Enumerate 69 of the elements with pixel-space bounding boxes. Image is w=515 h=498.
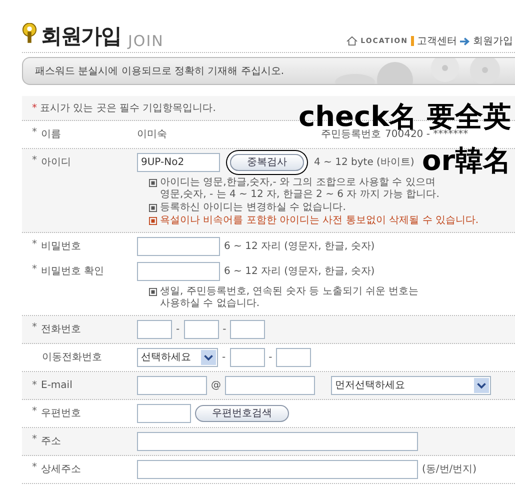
at-sign: @ — [211, 380, 221, 390]
required-mark: * — [32, 380, 37, 390]
input-field[interactable] — [137, 376, 207, 394]
breadcrumb-link[interactable]: 고객센터 — [417, 34, 457, 48]
input-field[interactable] — [137, 404, 191, 422]
search-button[interactable]: 우편번호검색 — [195, 404, 289, 422]
field-label: 주소 — [41, 435, 61, 448]
input-field[interactable] — [225, 376, 315, 394]
caret-icon — [474, 378, 489, 392]
bullet-icon — [149, 217, 157, 225]
required-mark: * — [32, 102, 37, 114]
warning-text: 욕설이나 비속어를 포함한 아이디는 사전 통보없이 삭제될 수 있습니다. — [160, 215, 479, 227]
input-field[interactable] — [276, 348, 312, 366]
field-label: 전화번호 — [41, 323, 81, 336]
field-label: 비밀번호 — [41, 240, 81, 253]
required-mark: * — [32, 462, 37, 475]
field-value: 이미숙 — [137, 128, 167, 141]
note-text: 등록하신 아이디는 변경하실 수 없습니다. — [160, 202, 346, 214]
required-mark: * — [32, 434, 37, 447]
field-label: 상세주소 — [41, 463, 81, 476]
hint-text: (동/번/번지) — [422, 463, 477, 476]
input-field[interactable] — [137, 236, 220, 256]
field-label: 비밀번호 확인 — [41, 265, 104, 278]
bullet-icon — [149, 204, 157, 212]
required-mark: * — [32, 127, 37, 140]
required-mark: * — [32, 239, 37, 252]
hint-text: 6 ~ 12 자리 (영문자, 한글, 숫자) — [224, 265, 375, 278]
required-mark: * — [32, 155, 37, 168]
input-field[interactable] — [230, 348, 265, 366]
bullet-icon — [149, 179, 157, 187]
field-label: 우편번호 — [41, 407, 81, 420]
input-field[interactable] — [137, 460, 418, 478]
required-mark: * — [32, 264, 37, 277]
key-icon — [22, 23, 37, 44]
dash-separator: - — [222, 324, 226, 334]
dropdown[interactable]: 선택하세요 — [137, 348, 218, 366]
input-field[interactable] — [137, 432, 418, 450]
separator-icon — [411, 36, 414, 46]
input-field[interactable] — [184, 320, 219, 338]
notice-text: 패스워드 분실시에 이용되므로 정확히 기재해 주십시오. — [35, 65, 284, 78]
dash-separator: - — [222, 352, 226, 362]
field-value: 4 ~ 12 byte (바이트) — [314, 156, 414, 169]
field-label: E-mail — [41, 380, 72, 390]
field-label: 주민등록번호 — [321, 128, 381, 141]
input-field[interactable] — [137, 262, 220, 280]
home-icon — [346, 36, 358, 46]
page-subtitle: JOIN — [128, 32, 164, 50]
field-label: 이름 — [41, 128, 61, 141]
field-value: 700420 - ******* — [385, 128, 468, 140]
field-label: 아이디 — [41, 156, 71, 169]
required-mark: * — [32, 406, 37, 419]
field-label: 이동전화번호 — [42, 351, 102, 364]
dropdown[interactable]: 먼저선택하세요 — [331, 376, 491, 394]
bullet-icon — [149, 288, 157, 296]
annotation-text: or韓名 — [422, 146, 511, 176]
input-field[interactable] — [137, 320, 172, 338]
caret-icon — [201, 350, 216, 364]
page-title: 회원가입 — [41, 23, 121, 50]
dash-separator: - — [268, 352, 272, 362]
arrow-icon — [460, 36, 470, 46]
note-text: 아이디는 영문,한글,숫자,- 와 그의 조합으로 사용할 수 있으며 영문,숫자, - 는 4 ~ 12 자, 한글은 2 ~ 6 자 까지 가능 합니다. — [160, 177, 440, 201]
hint-text: 6 ~ 12 자리 (영문자, 한글, 숫자) — [224, 240, 375, 253]
breadcrumb-link[interactable]: 회원가입 — [473, 34, 513, 48]
dash-separator: - — [176, 324, 180, 334]
input-field[interactable] — [230, 320, 266, 338]
input-field[interactable]: 9UP-No2 — [137, 152, 220, 172]
required-note: 표시가 있는 곳은 필수 기입항목입니다. — [40, 102, 216, 115]
note-text: 생일, 주민등록번호, 연속된 숫자 등 노출되기 쉬운 번호는 사용하실 수 없습니다. — [160, 286, 419, 310]
required-mark: * — [32, 322, 37, 335]
